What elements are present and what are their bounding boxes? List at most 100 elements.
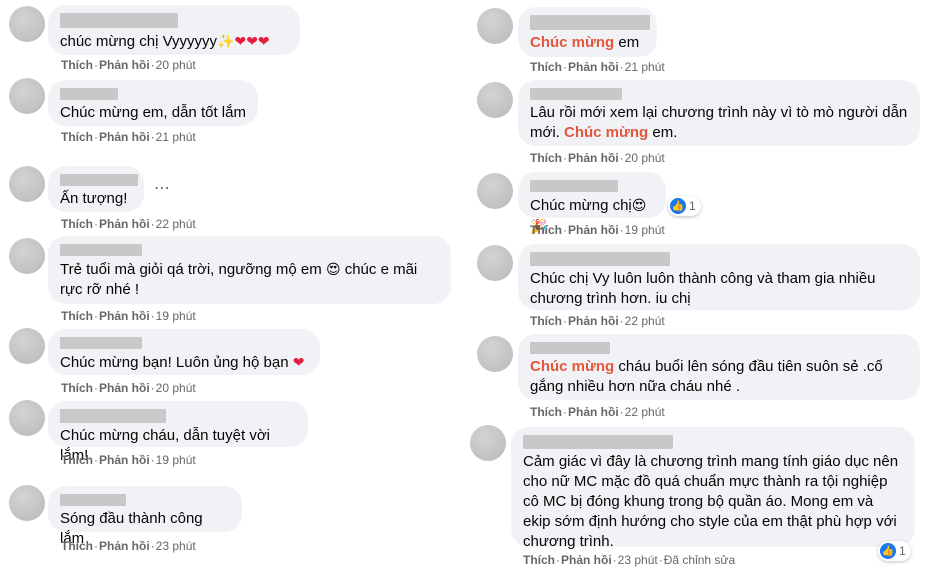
redacted-author-name[interactable] bbox=[60, 88, 118, 100]
avatar[interactable] bbox=[9, 166, 45, 202]
comment-actions: Thích·Phản hồi·23 phút bbox=[61, 539, 196, 553]
avatar[interactable] bbox=[477, 336, 513, 372]
comment-actions: Thích·Phản hồi·19 phút bbox=[61, 309, 196, 323]
comment-actions: Thích·Phản hồi·22 phút bbox=[530, 314, 665, 328]
like-link[interactable]: Thích bbox=[61, 58, 93, 72]
comment-bubble: Chúc mừng em bbox=[518, 7, 657, 57]
reply-link[interactable]: Phản hồi bbox=[99, 130, 150, 144]
reply-link[interactable]: Phản hồi bbox=[568, 314, 619, 328]
reaction-summary[interactable]: 👍 1 bbox=[668, 196, 701, 216]
redacted-author-name[interactable] bbox=[60, 174, 138, 186]
timestamp[interactable]: 21 phút bbox=[625, 60, 665, 74]
timestamp[interactable]: 23 phút bbox=[156, 539, 196, 553]
comment-actions: Thích·Phản hồi·21 phút bbox=[530, 60, 665, 74]
reply-link[interactable]: Phản hồi bbox=[568, 151, 619, 165]
avatar[interactable] bbox=[477, 82, 513, 118]
like-reaction-icon: 👍 bbox=[670, 198, 686, 214]
like-link[interactable]: Thích bbox=[61, 539, 93, 553]
timestamp[interactable]: 21 phút bbox=[156, 130, 196, 144]
comment-text-line: chương trình. bbox=[523, 533, 614, 550]
like-link[interactable]: Thích bbox=[61, 381, 93, 395]
timestamp[interactable]: 22 phút bbox=[156, 217, 196, 231]
like-link[interactable]: Thích bbox=[530, 151, 562, 165]
avatar[interactable] bbox=[9, 6, 45, 42]
redacted-author-name[interactable] bbox=[530, 342, 610, 354]
reply-link[interactable]: Phản hồi bbox=[99, 539, 150, 553]
avatar[interactable] bbox=[9, 400, 45, 436]
redacted-author-name[interactable] bbox=[523, 435, 673, 449]
redacted-author-name[interactable] bbox=[60, 494, 126, 506]
redacted-author-name[interactable] bbox=[530, 252, 670, 266]
reply-link[interactable]: Phản hồi bbox=[99, 453, 150, 467]
redacted-author-name[interactable] bbox=[60, 13, 178, 28]
timestamp[interactable]: 22 phút bbox=[625, 314, 665, 328]
reaction-summary[interactable]: 👍 1 bbox=[878, 541, 911, 561]
comment-bubble: Chúc mừng cháu buổi lên sóng đầu tiên su… bbox=[518, 334, 920, 400]
timestamp[interactable]: 23 phút bbox=[618, 553, 658, 567]
like-link[interactable]: Thích bbox=[61, 309, 93, 323]
like-link[interactable]: Thích bbox=[523, 553, 555, 567]
avatar[interactable] bbox=[9, 328, 45, 364]
timestamp[interactable]: 19 phút bbox=[156, 309, 196, 323]
redacted-author-name[interactable] bbox=[530, 88, 622, 100]
comment-actions: Thích·Phản hồi·20 phút bbox=[61, 381, 196, 395]
comment-text-line: cô MC bị đóng khung trong bộ quần áo. Mo… bbox=[523, 493, 874, 510]
comment-text-line: mới. Chúc mừng em. bbox=[530, 124, 678, 141]
comment-text: Chúc mừng em, dẫn tốt lắm bbox=[60, 104, 246, 121]
highlight-text: Chúc mừng bbox=[530, 34, 615, 51]
comment-actions: Thích·Phản hồi·20 phút bbox=[530, 151, 665, 165]
like-link[interactable]: Thích bbox=[61, 217, 93, 231]
like-reaction-icon: 👍 bbox=[880, 543, 896, 559]
reply-link[interactable]: Phản hồi bbox=[561, 553, 612, 567]
like-link[interactable]: Thích bbox=[61, 130, 93, 144]
avatar[interactable] bbox=[477, 8, 513, 44]
comment-bubble: chúc mừng chị Vyyyyyy✨❤❤❤ bbox=[48, 5, 300, 55]
reply-link[interactable]: Phản hồi bbox=[99, 217, 150, 231]
redacted-author-name[interactable] bbox=[60, 244, 142, 256]
comment-bubble: Chúc mừng cháu, dẫn tuyệt vời lắm! bbox=[48, 401, 308, 464]
timestamp[interactable]: 20 phút bbox=[156, 58, 196, 72]
comment-actions: Thích·Phản hồi·23 phút·Đã chỉnh sửa bbox=[523, 553, 736, 567]
like-link[interactable]: Thích bbox=[530, 314, 562, 328]
heart-emoji: ❤ bbox=[292, 354, 305, 370]
timestamp[interactable]: 19 phút bbox=[156, 453, 196, 467]
redacted-author-name[interactable] bbox=[60, 337, 142, 349]
avatar[interactable] bbox=[470, 425, 506, 461]
avatar[interactable] bbox=[477, 245, 513, 281]
like-link[interactable]: Thích bbox=[530, 60, 562, 74]
comment-bubble: Chúc chị Vy luôn luôn thành công và tham… bbox=[518, 244, 920, 310]
comment-bubble: Chúc mừng chị😍🎉 bbox=[518, 172, 666, 234]
timestamp[interactable]: 19 phút bbox=[625, 223, 665, 237]
comment-bubble: Lâu rồi mới xem lại chương trình này vì … bbox=[518, 80, 920, 146]
comment-text-line: chương trình hơn. iu chị bbox=[530, 290, 691, 307]
timestamp[interactable]: 20 phút bbox=[156, 381, 196, 395]
reply-link[interactable]: Phản hồi bbox=[99, 309, 150, 323]
highlight-text: Chúc mừng bbox=[530, 358, 615, 375]
like-link[interactable]: Thích bbox=[61, 453, 93, 467]
redacted-author-name[interactable] bbox=[530, 15, 650, 30]
like-link[interactable]: Thích bbox=[530, 223, 562, 237]
avatar[interactable] bbox=[9, 238, 45, 274]
timestamp[interactable]: 20 phút bbox=[625, 151, 665, 165]
redacted-author-name[interactable] bbox=[530, 180, 618, 192]
avatar[interactable] bbox=[9, 78, 45, 114]
more-options-icon[interactable]: ⋯ bbox=[154, 178, 171, 198]
comment-text: Chúc mừng cháu buổi lên sóng đầu tiên su… bbox=[530, 358, 883, 375]
reply-link[interactable]: Phản hồi bbox=[99, 58, 150, 72]
reply-link[interactable]: Phản hồi bbox=[568, 405, 619, 419]
sparkle-hearts-emoji: ✨❤❤❤ bbox=[217, 33, 270, 49]
reply-link[interactable]: Phản hồi bbox=[568, 60, 619, 74]
comment-actions: Thích·Phản hồi·19 phút bbox=[530, 223, 665, 237]
comment-text-line: ekip sớm định hướng cho style của em thậ… bbox=[523, 513, 897, 530]
reply-link[interactable]: Phản hồi bbox=[99, 381, 150, 395]
avatar[interactable] bbox=[9, 485, 45, 521]
timestamp[interactable]: 22 phút bbox=[625, 405, 665, 419]
avatar[interactable] bbox=[477, 173, 513, 209]
reaction-count: 1 bbox=[689, 199, 696, 213]
reply-link[interactable]: Phản hồi bbox=[568, 223, 619, 237]
like-link[interactable]: Thích bbox=[530, 405, 562, 419]
redacted-author-name[interactable] bbox=[60, 409, 166, 423]
comment-text-line: cho nữ MC mặc đồ quá chuẩn mực thành ra … bbox=[523, 473, 888, 490]
highlight-text: Chúc mừng bbox=[564, 124, 649, 141]
edited-label: Đã chỉnh sửa bbox=[663, 553, 736, 567]
